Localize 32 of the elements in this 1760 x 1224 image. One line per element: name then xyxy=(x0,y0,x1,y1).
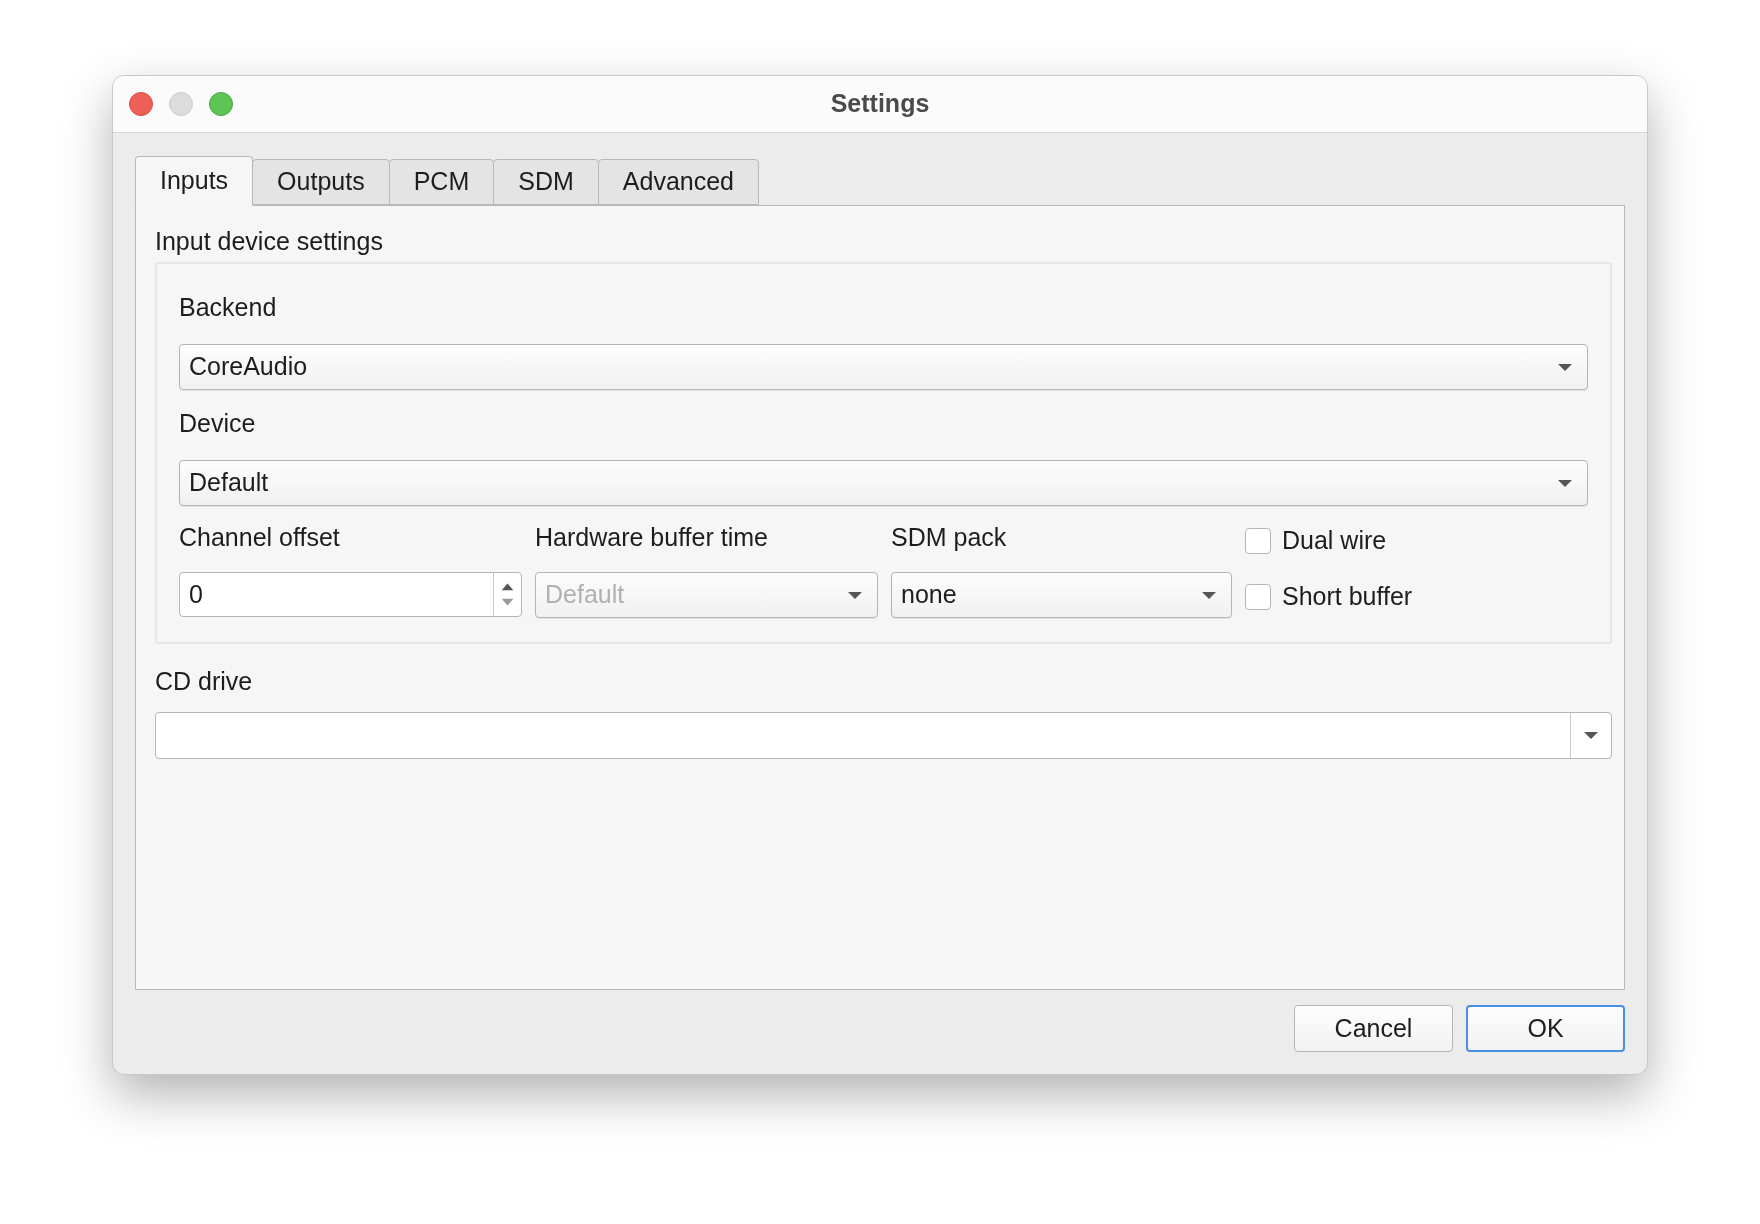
field-label: SDM pack xyxy=(891,522,1008,552)
tab[interactable]: Inputs xyxy=(135,156,254,206)
cd-drive-combobox[interactable] xyxy=(155,712,1612,759)
backend-dropdown[interactable]: CoreAudio xyxy=(179,344,1588,390)
channel-offset-spinbox[interactable]: 0 xyxy=(179,572,522,617)
close-button[interactable] xyxy=(129,92,153,116)
caret-icon xyxy=(1201,590,1217,600)
device-dropdown[interactable]: Default xyxy=(179,460,1588,506)
tab[interactable]: Advanced xyxy=(597,159,759,205)
sdm-pack-dropdown[interactable]: none xyxy=(891,572,1232,618)
minimize-button[interactable] xyxy=(169,92,193,116)
zoom-button[interactable] xyxy=(209,92,233,116)
checkbox-label: Dual wire xyxy=(1282,525,1387,557)
checkbox[interactable] xyxy=(1245,584,1271,610)
checkbox[interactable] xyxy=(1245,528,1271,554)
field-label: Backend xyxy=(179,292,278,322)
dialog-button[interactable]: Cancel xyxy=(1294,1005,1453,1052)
tab[interactable]: SDM xyxy=(493,159,599,205)
group-title: Input device settings xyxy=(155,226,384,256)
window-title: Settings xyxy=(830,88,930,120)
caret-icon xyxy=(847,590,863,600)
field-label: Hardware buffer time xyxy=(535,522,769,552)
field-label: Channel offset xyxy=(179,522,341,552)
caret-icon xyxy=(1557,478,1573,488)
tab[interactable]: PCM xyxy=(388,159,495,205)
caret-icon xyxy=(1583,731,1599,740)
caret-icon xyxy=(1557,362,1573,372)
checkbox-label: Short buffer xyxy=(1282,581,1413,613)
tab[interactable]: Outputs xyxy=(252,159,390,205)
field-label: Device xyxy=(179,408,257,438)
dialog-button[interactable]: OK xyxy=(1466,1005,1625,1052)
field-label: CD drive xyxy=(155,666,254,696)
